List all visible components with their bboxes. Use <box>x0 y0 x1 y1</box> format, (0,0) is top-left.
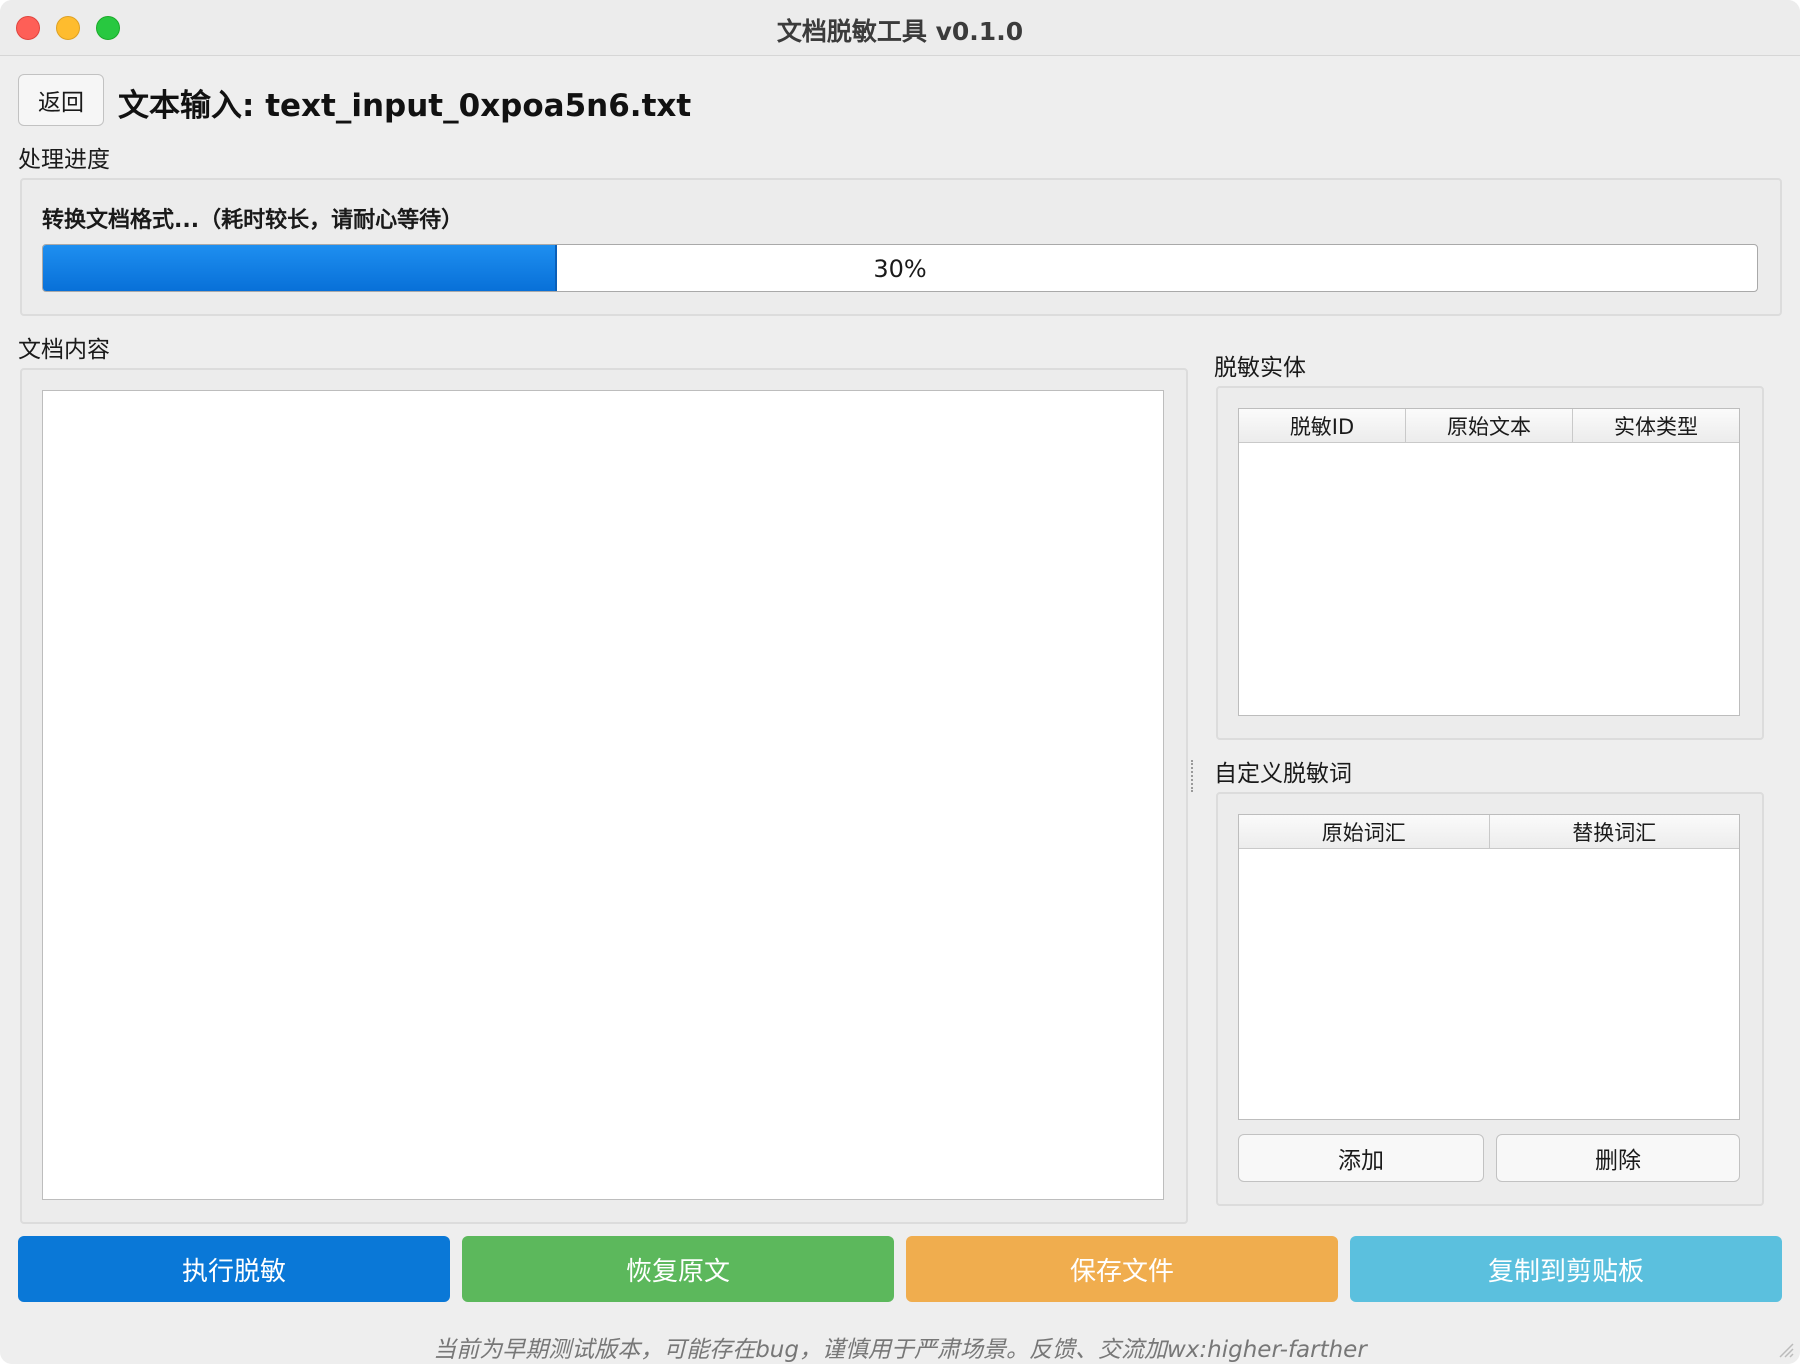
custom-words-table[interactable]: 原始词汇 替换词汇 <box>1238 814 1740 1120</box>
entities-table-header: 脱敏ID 原始文本 实体类型 <box>1239 409 1739 443</box>
document-section-label: 文档内容 <box>18 337 110 363</box>
file-title: 文本输入: text_input_0xpoa5n6.txt <box>118 88 692 124</box>
app-window: 文档脱敏工具 v0.1.0 返回 文本输入: text_input_0xpoa5… <box>0 0 1800 1364</box>
resize-grip-icon[interactable] <box>1776 1340 1794 1358</box>
add-word-button[interactable]: 添加 <box>1238 1134 1484 1182</box>
progress-percent-label: 30% <box>873 255 927 283</box>
footer-notice: 当前为早期测试版本，可能存在bug，谨慎用于严肃场景。反馈、交流加wx:high… <box>433 1337 1367 1363</box>
entities-table[interactable]: 脱敏ID 原始文本 实体类型 <box>1238 408 1740 716</box>
column-header-id[interactable]: 脱敏ID <box>1239 409 1406 442</box>
column-header-entity-type[interactable]: 实体类型 <box>1573 409 1739 442</box>
column-header-original-word[interactable]: 原始词汇 <box>1239 815 1490 848</box>
delete-word-button[interactable]: 删除 <box>1496 1134 1740 1182</box>
entities-section-label: 脱敏实体 <box>1214 355 1306 381</box>
column-header-replacement-word[interactable]: 替换词汇 <box>1490 815 1740 848</box>
back-button[interactable]: 返回 <box>18 74 104 126</box>
restore-original-button[interactable]: 恢复原文 <box>462 1236 894 1302</box>
title-bar: 文档脱敏工具 v0.1.0 <box>0 0 1800 56</box>
document-content-area[interactable] <box>42 390 1164 1200</box>
custom-words-section-label: 自定义脱敏词 <box>1214 761 1352 787</box>
window-title: 文档脱敏工具 v0.1.0 <box>776 17 1024 46</box>
copy-to-clipboard-button[interactable]: 复制到剪贴板 <box>1350 1236 1782 1302</box>
progress-section-label: 处理进度 <box>18 147 110 173</box>
custom-words-table-header: 原始词汇 替换词汇 <box>1239 815 1739 849</box>
panel-splitter-handle[interactable] <box>1191 760 1195 792</box>
progress-bar: 30% <box>42 244 1758 292</box>
progress-status-text: 转换文档格式...（耗时较长，请耐心等待） <box>42 208 464 233</box>
column-header-original-text[interactable]: 原始文本 <box>1406 409 1573 442</box>
save-file-button[interactable]: 保存文件 <box>906 1236 1338 1302</box>
execute-desensitize-button[interactable]: 执行脱敏 <box>18 1236 450 1302</box>
